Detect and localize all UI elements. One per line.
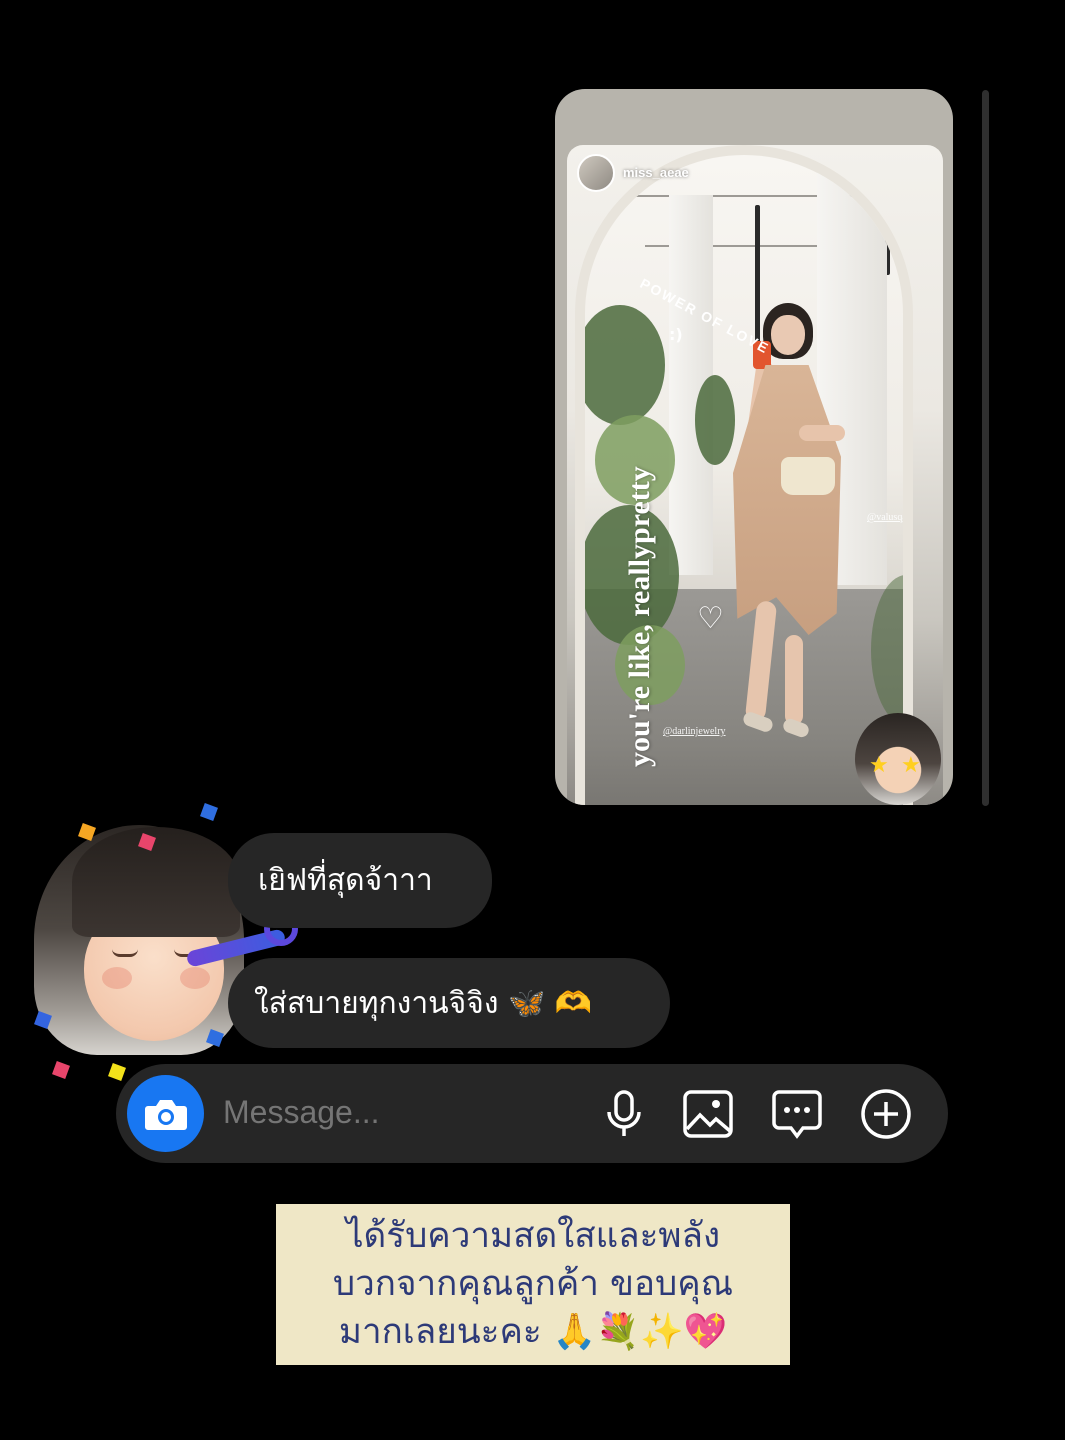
handbag bbox=[781, 457, 835, 495]
caption-line: ได้รับความสดใสและพลัง bbox=[345, 1216, 721, 1256]
caption-line: มากเลยนะคะ 🙏💐✨💖 bbox=[338, 1312, 728, 1352]
smile-doodle-icon: :) bbox=[669, 325, 683, 344]
confetti-icon bbox=[52, 1061, 70, 1079]
microphone-icon bbox=[607, 1090, 641, 1136]
message-text: เยิฟที่สุดจ้าาา bbox=[258, 863, 433, 898]
avatar-cheek bbox=[180, 967, 210, 989]
message-bubble[interactable]: ใส่สบายทุกงานจิจิง 🦋 🫶 bbox=[228, 958, 670, 1048]
camera-button[interactable] bbox=[127, 1075, 204, 1152]
story-reaction-avatar: ★ ★ bbox=[855, 713, 941, 805]
story-username[interactable]: miss_aeae bbox=[623, 165, 689, 180]
scroll-indicator[interactable] bbox=[982, 90, 989, 806]
star-eye-icon: ★ bbox=[869, 753, 889, 778]
story-mention-tag[interactable]: @valusqa bbox=[867, 512, 903, 523]
avatar-bangs bbox=[72, 827, 240, 937]
person-arm bbox=[799, 425, 845, 441]
shared-story-card[interactable]: @valusqa @darlinjewelry ♡ POWER OF LOVE … bbox=[555, 89, 953, 805]
ceiling-light-track bbox=[755, 205, 760, 345]
confetti-icon bbox=[108, 1063, 126, 1081]
heart-sticker: ♡ bbox=[697, 601, 724, 636]
plus-icon bbox=[861, 1089, 911, 1139]
caption-line: บวกจากคุณลูกค้า ขอบคุณ bbox=[332, 1264, 734, 1304]
gallery-button[interactable] bbox=[680, 1086, 736, 1142]
plant bbox=[695, 375, 735, 465]
star-eye-icon: ★ bbox=[901, 753, 921, 778]
person-leg bbox=[785, 635, 803, 725]
camera-icon bbox=[144, 1099, 187, 1130]
sticker-chat-button[interactable] bbox=[769, 1086, 825, 1142]
avatar-eye bbox=[112, 949, 138, 957]
story-mention-tag[interactable]: @darlinjewelry bbox=[663, 726, 726, 737]
message-composer[interactable] bbox=[116, 1064, 948, 1163]
sender-avatar[interactable] bbox=[28, 803, 298, 1085]
message-text: ใส่สบายทุกงานจิจิง 🦋 🫶 bbox=[254, 985, 593, 1021]
microphone-button[interactable] bbox=[596, 1086, 652, 1142]
message-input[interactable] bbox=[223, 1094, 583, 1131]
plus-button[interactable] bbox=[858, 1086, 914, 1142]
gallery-icon bbox=[683, 1090, 733, 1138]
person-face bbox=[771, 315, 805, 355]
message-bubble[interactable]: เยิฟที่สุดจ้าาา bbox=[228, 833, 492, 928]
story-user-avatar[interactable] bbox=[577, 154, 615, 192]
sticker-chat-icon bbox=[772, 1090, 822, 1139]
story-photo: @valusqa @darlinjewelry ♡ POWER OF LOVE … bbox=[567, 145, 943, 805]
confetti-icon bbox=[200, 803, 218, 821]
avatar-cheek bbox=[102, 967, 132, 989]
story-vertical-caption: you're like, reallypretty bbox=[623, 466, 656, 767]
caption-box: ได้รับความสดใสและพลัง บวกจากคุณลูกค้า ขอ… bbox=[276, 1204, 790, 1365]
story-arch-mirror: @valusqa @darlinjewelry ♡ POWER OF LOVE … bbox=[575, 145, 913, 805]
direct-message-thread: @valusqa @darlinjewelry ♡ POWER OF LOVE … bbox=[0, 0, 1065, 1440]
